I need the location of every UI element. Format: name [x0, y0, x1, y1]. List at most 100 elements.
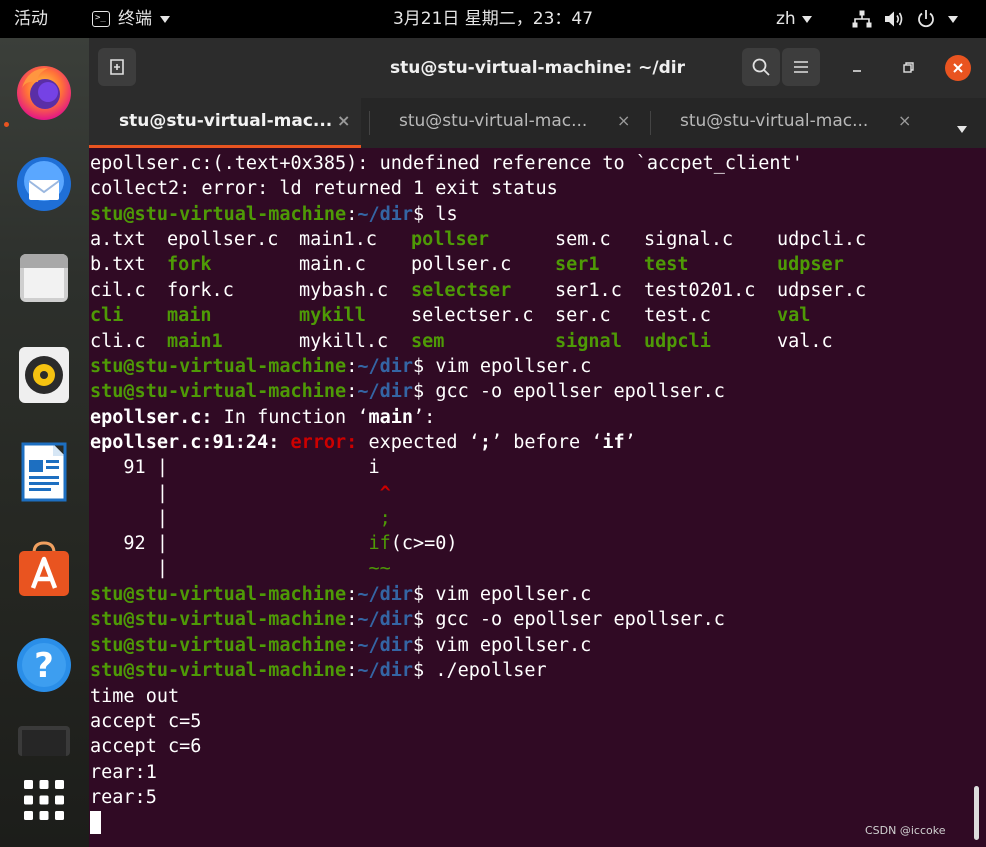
prompt-dollar: $: [413, 635, 436, 656]
hamburger-menu-icon: [794, 61, 808, 73]
source-line-91: 91 | i: [90, 455, 380, 480]
dock-software[interactable]: [12, 537, 76, 601]
app-name: 终端: [118, 9, 152, 29]
prompt-user-host: stu@stu-virtual-machine: [90, 660, 347, 681]
ls-file: sem.c: [555, 229, 611, 250]
line-number: 92 |: [90, 533, 168, 554]
terminal-window: stu@stu-virtual-machine: ~/dir stu@stu-v…: [89, 38, 986, 847]
new-tab-button[interactable]: [98, 48, 136, 86]
ls-executable: udpcli: [644, 331, 711, 352]
top-bar: 活动 >_ 终端 3月21日 星期二，23：47 zh: [0, 0, 986, 38]
ls-executable: udpser: [777, 254, 844, 275]
minimize-button[interactable]: [845, 56, 869, 80]
activities-button[interactable]: 活动: [14, 0, 48, 38]
error-text: ’: [624, 432, 636, 453]
prompt-colon: :: [346, 381, 358, 402]
prompt-dollar: $: [413, 584, 436, 605]
dock-files[interactable]: [12, 246, 76, 310]
ls-executable: test: [644, 254, 689, 275]
terminal-icon: >_: [92, 11, 110, 27]
prompt-line: stu@stu-virtual-machine:~/dir$ gcc -o ep…: [90, 379, 725, 404]
system-tray[interactable]: [852, 0, 958, 38]
dock-trash[interactable]: [12, 716, 76, 756]
source-code: (c>=0): [390, 533, 458, 554]
prompt-line: stu@stu-virtual-machine:~/dir$ ls: [90, 202, 458, 227]
error-caret: ^: [167, 483, 391, 504]
prompt-path: ~/dir: [357, 356, 414, 377]
rhythmbox-icon: [19, 347, 69, 403]
dock-firefox[interactable]: [12, 60, 76, 124]
error-label: error:: [279, 432, 358, 453]
ls-file: cil.c: [90, 280, 146, 301]
source-line-92: 92 | if(c>=0): [90, 531, 458, 556]
compiler-error-line: epollser.c:91:24: error: expected ‘;’ be…: [90, 430, 636, 455]
menu-button[interactable]: [782, 48, 820, 86]
prompt-colon: :: [346, 204, 358, 225]
prompt-colon: :: [346, 584, 358, 605]
tab-close-icon[interactable]: ×: [337, 98, 350, 144]
ls-file: epollser.c: [167, 229, 279, 250]
dock-thunderbird[interactable]: [12, 152, 76, 216]
app-menu[interactable]: >_ 终端: [92, 0, 170, 38]
gutter: |: [90, 558, 168, 579]
new-tab-icon: [110, 59, 124, 75]
program-output-line: accept c=5: [90, 711, 202, 732]
ls-file: cli.c: [90, 331, 146, 352]
window-title: stu@stu-virtual-machine: ~/dir: [389, 58, 685, 78]
prompt-line: stu@stu-virtual-machine:~/dir$ vim epoll…: [90, 633, 591, 658]
ls-executable: cli: [90, 305, 124, 326]
close-icon: [953, 63, 963, 73]
command: ./epollser: [435, 660, 547, 681]
output-line: epollser.c:(.text+0x385): undefined refe…: [90, 153, 803, 174]
ls-file: ser1.c: [555, 280, 622, 301]
prompt-user-host: stu@stu-virtual-machine: [90, 356, 347, 377]
tilde-line: | ~~: [90, 556, 391, 581]
power-icon: [918, 10, 934, 28]
tab-terminal-2[interactable]: stu@stu-virtual-mac... ×: [369, 98, 641, 148]
dock-active-indicator: [4, 122, 9, 127]
language-indicator: zh: [776, 9, 796, 29]
command: gcc -o epollser epollser.c: [435, 381, 725, 402]
trash-icon: [18, 726, 70, 756]
ls-file: main1.c: [299, 229, 377, 250]
tab-close-icon[interactable]: ×: [617, 98, 630, 144]
libreoffice-writer-icon: [21, 442, 67, 502]
command: ls: [435, 204, 458, 225]
tabs-dropdown-button[interactable]: [957, 118, 967, 137]
software-icon: [19, 541, 69, 596]
error-text: expected ‘: [357, 432, 480, 453]
restore-button[interactable]: [896, 56, 920, 80]
tab-label: stu@stu-virtual-mac...: [680, 111, 869, 131]
dock-show-apps[interactable]: [12, 768, 76, 832]
prompt-path: ~/dir: [357, 609, 414, 630]
dock-help[interactable]: ?: [12, 633, 76, 697]
restore-icon: [903, 62, 914, 73]
prompt-path: ~/dir: [357, 584, 414, 605]
tab-label: stu@stu-virtual-mac...: [119, 111, 333, 131]
source-code: i: [167, 457, 380, 478]
prompt-path: ~/dir: [357, 204, 414, 225]
dock-libreoffice-writer[interactable]: [12, 440, 76, 504]
error-text: In function ‘: [212, 407, 369, 428]
tab-close-icon[interactable]: ×: [898, 98, 911, 144]
ls-file: selectser.c: [411, 305, 534, 326]
ls-executable: fork: [167, 254, 212, 275]
ls-file: test0201.c: [644, 280, 756, 301]
input-method-menu[interactable]: zh: [776, 0, 812, 38]
clock[interactable]: 3月21日 星期二，23：47: [393, 9, 593, 29]
prompt-user-host: stu@stu-virtual-machine: [90, 609, 347, 630]
dock-rhythmbox[interactable]: [12, 343, 76, 407]
ls-file: signal.c: [644, 229, 734, 250]
close-button[interactable]: [945, 55, 971, 81]
line-number: 91 |: [90, 457, 168, 478]
tab-terminal-1[interactable]: stu@stu-virtual-mac... ×: [89, 98, 361, 148]
terminal-output[interactable]: epollser.c:(.text+0x385): undefined refe…: [89, 148, 986, 847]
scrollbar[interactable]: [974, 786, 979, 840]
prompt-colon: :: [346, 609, 358, 630]
prompt-line: stu@stu-virtual-machine:~/dir$ gcc -o ep…: [90, 607, 725, 632]
search-button[interactable]: [742, 48, 780, 86]
firefox-icon: [17, 66, 71, 120]
thunderbird-icon: [17, 157, 71, 211]
ls-file: pollser.c: [411, 254, 512, 275]
tab-terminal-3[interactable]: stu@stu-virtual-mac... ×: [650, 98, 922, 148]
